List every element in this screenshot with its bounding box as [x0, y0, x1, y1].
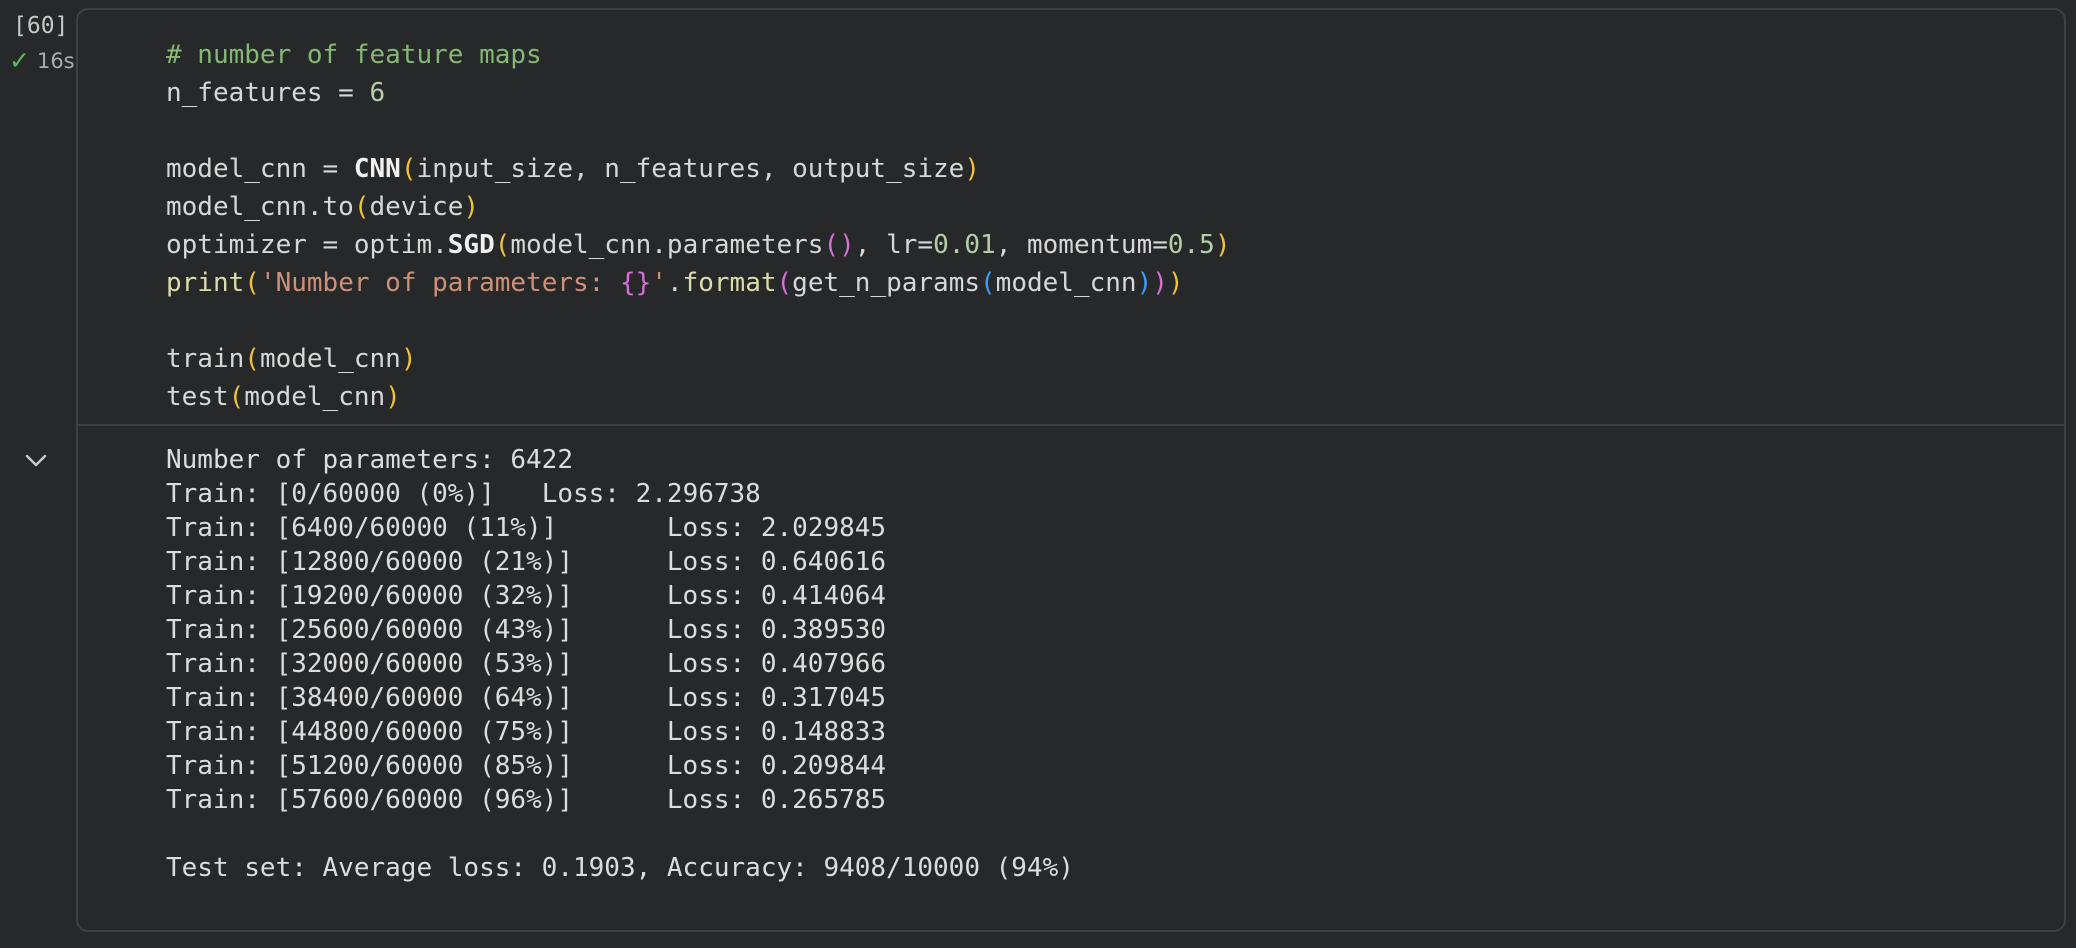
code-token: optimizer = optim. — [166, 230, 448, 260]
code-token: ' — [651, 268, 667, 298]
cell-output: Number of parameters: 6422 Train: [0/600… — [166, 443, 2044, 885]
code-token: ) — [401, 344, 417, 374]
code-token: ( — [777, 268, 793, 298]
code-token: ( — [354, 192, 370, 222]
code-line: test(model_cnn) — [166, 378, 2044, 416]
code-token: ) — [1137, 268, 1153, 298]
code-token: , momentum= — [996, 230, 1168, 260]
code-token: n_features = — [166, 78, 370, 108]
execution-duration: 16s — [37, 49, 75, 73]
chevron-down-icon — [24, 452, 48, 470]
code-token: , lr= — [855, 230, 933, 260]
code-token: ( — [229, 382, 245, 412]
execution-count: [60] — [13, 13, 68, 39]
code-token: ) — [385, 382, 401, 412]
code-token: model_cnn.parameters — [510, 230, 823, 260]
code-token: format — [683, 268, 777, 298]
code-token: ) — [463, 192, 479, 222]
code-line: optimizer = optim.SGD(model_cnn.paramete… — [166, 226, 2044, 264]
code-line: # number of feature maps — [166, 36, 2044, 74]
notebook-cell: # number of feature maps n_features = 6 m… — [76, 8, 2066, 932]
code-line — [166, 112, 2044, 150]
code-token: ) — [1215, 230, 1231, 260]
code-token: {} — [620, 268, 651, 298]
code-token: SGD — [448, 230, 495, 260]
code-token: 6 — [370, 78, 386, 108]
code-token: ) — [1168, 268, 1184, 298]
code-token: ( — [495, 230, 511, 260]
code-token: 'Number of parameters: — [260, 268, 620, 298]
code-token: model_cnn — [244, 382, 385, 412]
success-check-icon: ✓ — [9, 48, 30, 73]
code-token: model_cnn — [260, 344, 401, 374]
code-token: ( — [401, 154, 417, 184]
notebook-page: [60] ✓ 16s # number of feature maps n_fea… — [0, 0, 2076, 948]
code-token: ) — [1152, 268, 1168, 298]
code-token: CNN — [354, 154, 401, 184]
code-token: ( — [980, 268, 996, 298]
code-editor[interactable]: # number of feature maps n_features = 6 m… — [166, 36, 2044, 416]
code-line: print('Number of parameters: {}'.format(… — [166, 264, 2044, 302]
code-token: test — [166, 382, 229, 412]
code-token: model_cnn = — [166, 154, 354, 184]
code-token: print — [166, 268, 244, 298]
code-token: device — [370, 192, 464, 222]
code-token: model_cnn.to — [166, 192, 354, 222]
code-token: input_size, n_features, output_size — [416, 154, 964, 184]
code-line: train(model_cnn) — [166, 340, 2044, 378]
code-token: ( — [244, 268, 260, 298]
code-token: ( — [823, 230, 839, 260]
code-token: # number of feature maps — [166, 40, 542, 70]
code-token: ( — [244, 344, 260, 374]
cell-status: ✓ 16s — [9, 48, 75, 73]
code-line: model_cnn = CNN(input_size, n_features, … — [166, 150, 2044, 188]
code-token: 0.5 — [1168, 230, 1215, 260]
code-output-divider — [78, 424, 2064, 426]
code-line: n_features = 6 — [166, 74, 2044, 112]
code-token: get_n_params — [792, 268, 980, 298]
code-token: 0.01 — [933, 230, 996, 260]
code-line — [166, 302, 2044, 340]
code-token: ) — [839, 230, 855, 260]
collapse-output-button[interactable] — [22, 447, 50, 475]
code-token: train — [166, 344, 244, 374]
code-token: ) — [964, 154, 980, 184]
code-line: model_cnn.to(device) — [166, 188, 2044, 226]
code-token: model_cnn — [996, 268, 1137, 298]
code-token: . — [667, 268, 683, 298]
